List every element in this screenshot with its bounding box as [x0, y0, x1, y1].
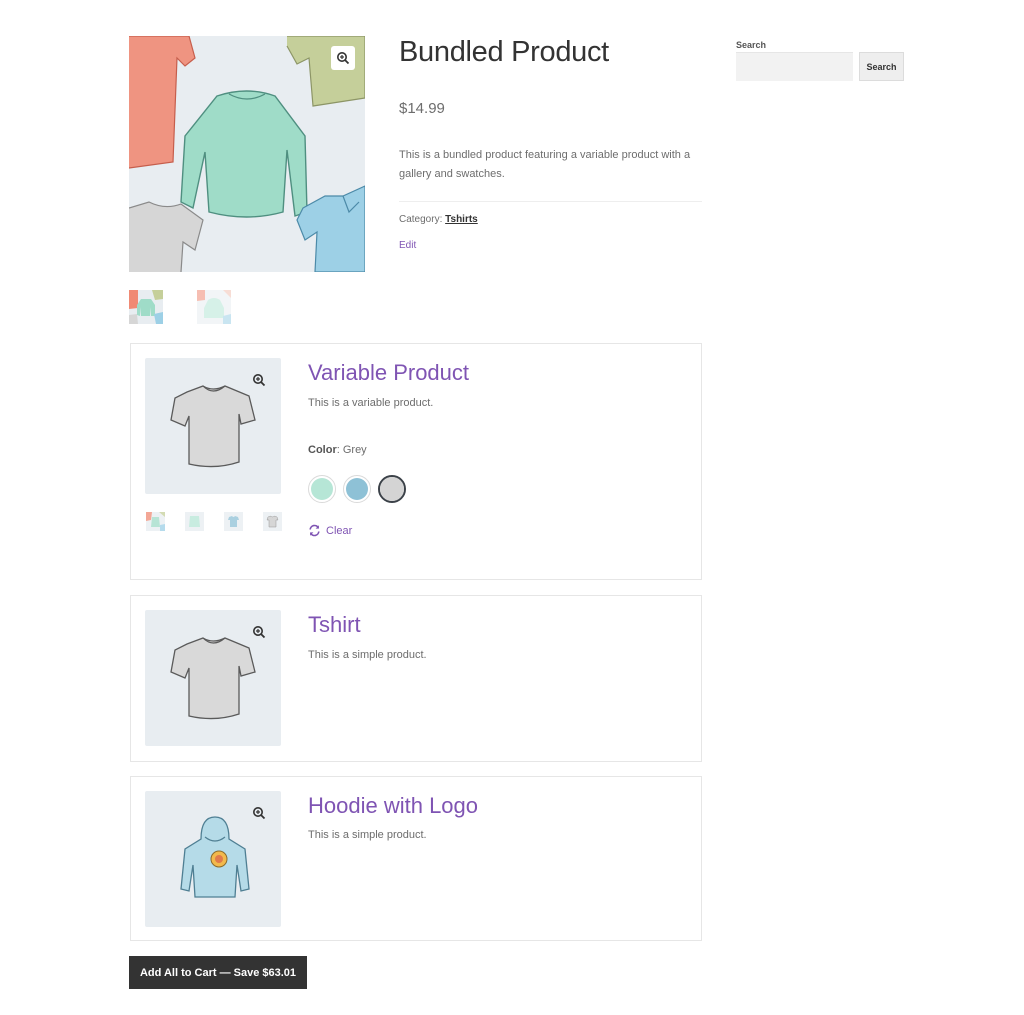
edit-link[interactable]: Edit: [399, 240, 416, 251]
zoom-icon[interactable]: [248, 621, 270, 643]
item-title[interactable]: Tshirt: [308, 612, 361, 638]
item-gallery-thumbnails: [146, 512, 282, 531]
zoom-icon[interactable]: [248, 802, 270, 824]
zoom-icon[interactable]: [331, 46, 355, 70]
bundle-item-hoodie-with-logo: Hoodie with Logo This is a simple produc…: [130, 776, 702, 941]
color-attribute: Color: Grey: [308, 444, 367, 456]
gallery-thumbnails: [129, 290, 231, 324]
item-image[interactable]: [145, 791, 281, 927]
swatch-mint[interactable]: [308, 475, 336, 503]
item-thumbnail[interactable]: [185, 512, 204, 531]
item-image[interactable]: [145, 610, 281, 746]
gallery-thumbnail[interactable]: [197, 290, 231, 324]
item-thumbnail[interactable]: [224, 512, 243, 531]
search-input[interactable]: [736, 52, 853, 81]
category-link[interactable]: Tshirts: [445, 214, 478, 225]
product-price: $14.99: [399, 100, 445, 117]
add-all-to-cart-button[interactable]: Add All to Cart — Save $63.01: [129, 956, 307, 989]
item-description: This is a simple product.: [308, 649, 427, 661]
search-label: Search: [736, 40, 767, 50]
clear-selection-link[interactable]: Clear: [308, 524, 352, 537]
item-description: This is a variable product.: [308, 397, 434, 409]
refresh-icon: [309, 524, 320, 537]
search-button[interactable]: Search: [859, 52, 904, 81]
zoom-icon[interactable]: [248, 369, 270, 391]
item-image[interactable]: [145, 358, 281, 494]
swatch-color: [346, 478, 368, 500]
item-title[interactable]: Hoodie with Logo: [308, 793, 478, 819]
color-value: : Grey: [336, 444, 367, 456]
item-description: This is a simple product.: [308, 829, 427, 841]
product-main-image[interactable]: [129, 36, 365, 272]
product-title: Bundled Product: [399, 36, 609, 68]
swatch-color: [380, 477, 404, 501]
product-category: Category: Tshirts: [399, 214, 478, 225]
gallery-thumbnail[interactable]: [129, 290, 163, 324]
clear-label: Clear: [326, 524, 353, 537]
item-thumbnail[interactable]: [263, 512, 282, 531]
divider: [399, 201, 702, 202]
swatch-blue[interactable]: [343, 475, 371, 503]
shirts-illustration: [129, 36, 365, 272]
bundle-item-variable-product: Variable Product This is a variable prod…: [130, 343, 702, 580]
swatch-color: [311, 478, 333, 500]
item-title[interactable]: Variable Product: [308, 360, 469, 386]
bundle-item-tshirt: Tshirt This is a simple product.: [130, 595, 702, 762]
category-label: Category:: [399, 214, 443, 225]
swatch-grey[interactable]: [378, 475, 406, 503]
item-thumbnail[interactable]: [146, 512, 165, 531]
color-label: Color: [308, 444, 337, 456]
product-description: This is a bundled product featuring a va…: [399, 149, 691, 180]
color-swatches: [308, 475, 406, 503]
